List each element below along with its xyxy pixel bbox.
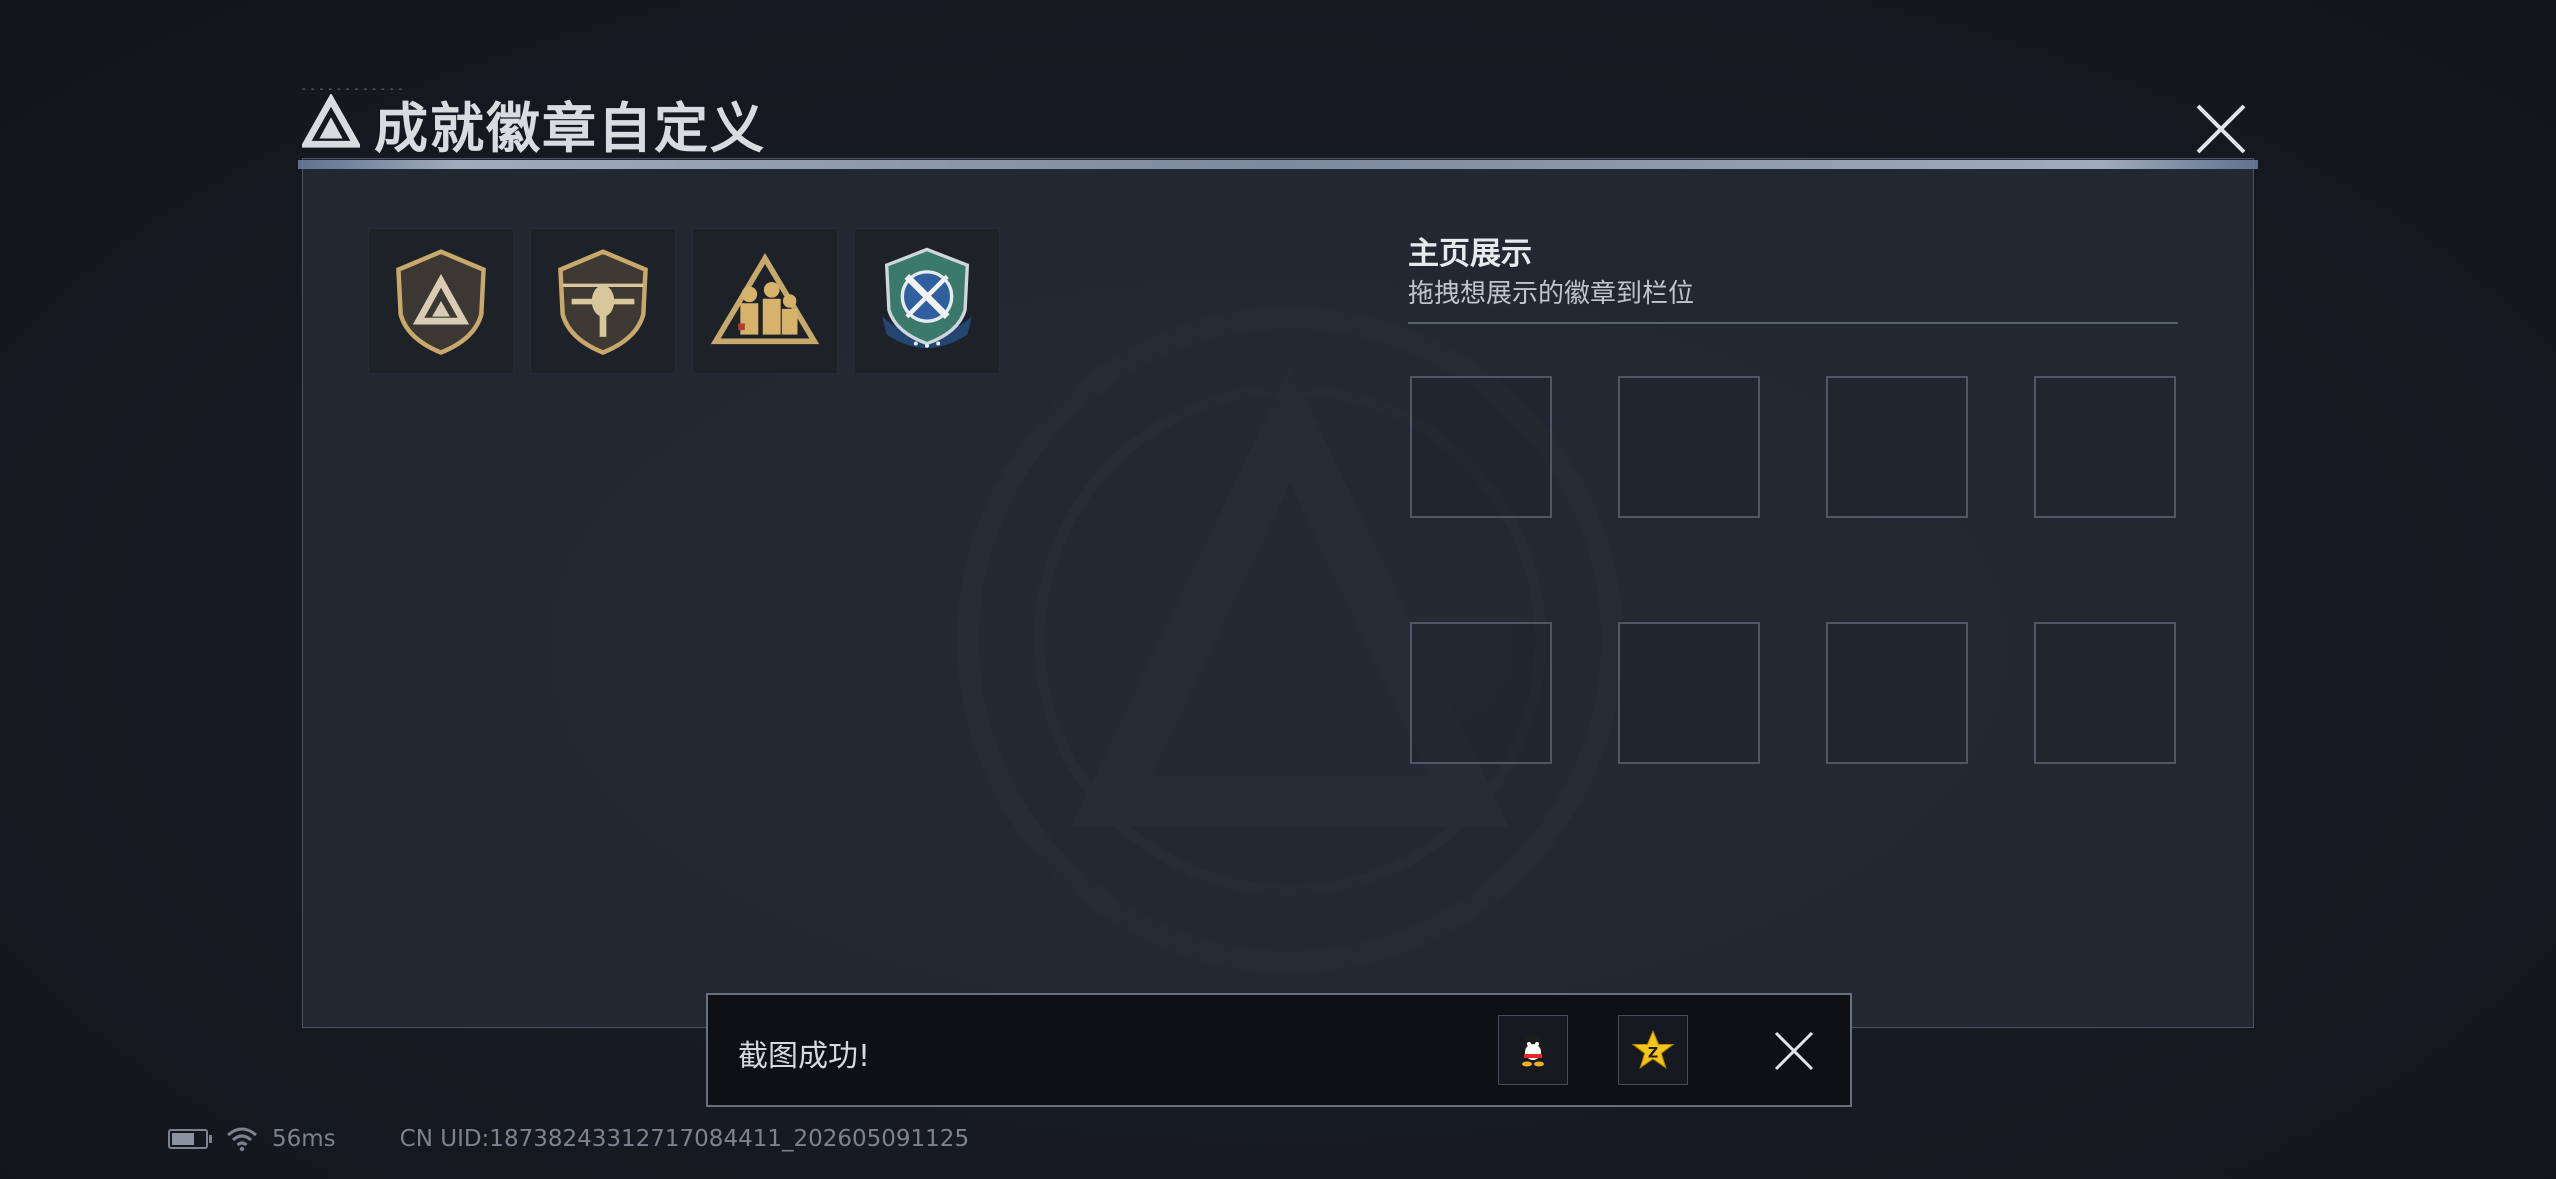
- page-header: 成就徽章自定义: [302, 86, 766, 160]
- page-title: 成就徽章自定义: [374, 96, 766, 160]
- showcase-slot-4[interactable]: [2034, 376, 2176, 518]
- triangle-emblem-badge[interactable]: [368, 228, 514, 374]
- battery-icon: [168, 1129, 212, 1149]
- crossed-missiles-shield-icon: [882, 247, 972, 349]
- showcase-slot-7[interactable]: [1826, 622, 1968, 764]
- attack-helicopter-shield-icon: [558, 249, 648, 355]
- helicopter-badge[interactable]: [530, 228, 676, 374]
- screenshot-toast: 截图成功! Z: [706, 993, 1852, 1107]
- svg-text:Z: Z: [1648, 1046, 1658, 1062]
- toast-close-icon[interactable]: [1772, 1029, 1816, 1073]
- triangle-logo-shield-icon: [396, 249, 486, 355]
- showcase-slot-5[interactable]: [1410, 622, 1552, 764]
- showcase-title: 主页展示: [1408, 236, 1532, 272]
- qq-icon: [1522, 1035, 1544, 1067]
- showcase-slot-2[interactable]: [1618, 376, 1760, 518]
- close-icon[interactable]: [2192, 100, 2250, 158]
- soldiers-triangle-icon: [710, 252, 820, 345]
- triangle-logo-icon: [302, 94, 360, 148]
- toast-message: 截图成功!: [738, 1039, 871, 1074]
- qzone-icon: Z: [1631, 1029, 1675, 1069]
- showcase-slot-6[interactable]: [1618, 622, 1760, 764]
- showcase-slots: [1410, 376, 2176, 764]
- share-qzone-button[interactable]: Z: [1618, 1015, 1688, 1085]
- showcase-subtitle: 拖拽想展示的徽章到栏位: [1408, 279, 1695, 309]
- latency-text: 56ms: [272, 1126, 336, 1152]
- panel-top-border: [298, 160, 2258, 169]
- uid-text: CN UID:18738243312717084411_202605091125: [399, 1126, 970, 1152]
- battery-level: [172, 1133, 194, 1145]
- showcase-slot-3[interactable]: [1826, 376, 1968, 518]
- share-qq-button[interactable]: [1498, 1015, 1568, 1085]
- badge-list: [368, 228, 1000, 374]
- status-bar: 56ms CN UID:18738243312717084411_2026050…: [168, 1126, 969, 1152]
- showcase-slot-8[interactable]: [2034, 622, 2176, 764]
- wifi-icon: [227, 1127, 257, 1152]
- squad-badge[interactable]: [692, 228, 838, 374]
- sniper-badge[interactable]: [854, 228, 1000, 374]
- showcase-divider: [1408, 322, 2178, 324]
- showcase-slot-1[interactable]: [1410, 376, 1552, 518]
